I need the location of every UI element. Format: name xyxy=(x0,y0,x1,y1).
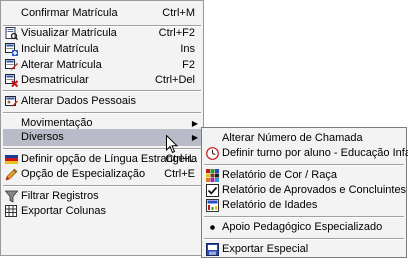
edit-document-icon xyxy=(5,59,18,72)
mouse-cursor-icon xyxy=(166,134,179,154)
menu-separator xyxy=(3,185,201,187)
menu-item-label: Alterar Dados Pessoais xyxy=(21,95,136,107)
menu-item-opcao-especializacao[interactable]: Opção de Especialização Ctrl+E xyxy=(1,166,203,183)
menu-item-visualizar-matricula[interactable]: Visualizar Matrícula Ctrl+F2 xyxy=(1,25,203,42)
filter-icon xyxy=(4,190,19,203)
submenu-item-label: Definir turno por aluno - Educação Infan… xyxy=(222,147,408,159)
export-columns-icon xyxy=(5,205,18,218)
submenu-item-definir-turno[interactable]: Definir turno por aluno - Educação Infan… xyxy=(202,145,408,162)
menu-item-label: Confirmar Matrícula xyxy=(21,7,118,19)
flag-icon xyxy=(5,153,18,166)
menu-item-shortcut: Ctrl+M xyxy=(162,7,195,19)
bullet-icon xyxy=(206,221,219,234)
remove-document-icon xyxy=(5,74,19,88)
menu-item-shortcut: Ctrl+E xyxy=(164,168,195,180)
submenu-item-relatorio-idades[interactable]: Relatório de Idades xyxy=(202,197,406,214)
submenu-arrow-icon: ▶ xyxy=(191,133,198,142)
report-icon xyxy=(206,199,219,212)
menu-separator xyxy=(204,164,404,166)
menu-item-label: Desmatricular xyxy=(21,74,89,86)
menu-item-label: Incluir Matrícula xyxy=(21,43,99,55)
menu-item-desmatricular[interactable]: Desmatricular Ctrl+Del xyxy=(1,72,203,89)
submenu-diversos: Alterar Número de Chamada Definir turno … xyxy=(201,127,408,258)
menu-separator xyxy=(204,238,404,240)
menu-item-incluir-matricula[interactable]: Incluir Matrícula Ins xyxy=(1,41,203,58)
context-menu: Confirmar Matrícula Ctrl+M Visualizar Ma… xyxy=(0,0,204,256)
menu-item-label: Exportar Colunas xyxy=(21,205,106,217)
add-document-icon xyxy=(5,43,18,56)
menu-item-label: Visualizar Matrícula xyxy=(21,27,117,39)
clock-icon xyxy=(206,147,219,160)
menu-item-shortcut: Ctrl+F2 xyxy=(158,27,195,39)
menu-item-alterar-dados-pessoais[interactable]: Alterar Dados Pessoais xyxy=(1,93,203,110)
view-document-icon xyxy=(5,27,19,41)
menu-item-label: Diversos xyxy=(21,131,64,143)
menu-item-confirmar-matricula[interactable]: Confirmar Matrícula Ctrl+M xyxy=(1,5,203,22)
submenu-item-label: Exportar Especial xyxy=(222,243,309,255)
person-edit-icon xyxy=(5,95,18,108)
submenu-item-label: Apoio Pedagógico Especializado xyxy=(222,221,383,233)
checkbox-icon xyxy=(206,184,219,197)
export-icon xyxy=(206,243,219,256)
submenu-item-apoio-pedagogico[interactable]: Apoio Pedagógico Especializado xyxy=(202,219,406,236)
submenu-item-exportar-especial[interactable]: Exportar Especial xyxy=(202,241,406,258)
menu-separator xyxy=(3,112,201,114)
menu-separator xyxy=(3,90,201,92)
submenu-item-label: Relatório de Idades xyxy=(222,199,318,211)
color-grid-icon xyxy=(206,169,219,182)
menu-item-shortcut: Ins xyxy=(180,43,195,55)
menu-item-label: Opção de Especialização xyxy=(21,168,146,180)
pencil-icon xyxy=(5,168,18,181)
menu-separator xyxy=(204,216,404,218)
menu-item-exportar-colunas[interactable]: Exportar Colunas xyxy=(1,203,203,220)
menu-item-shortcut: Ctrl+Del xyxy=(154,74,195,86)
